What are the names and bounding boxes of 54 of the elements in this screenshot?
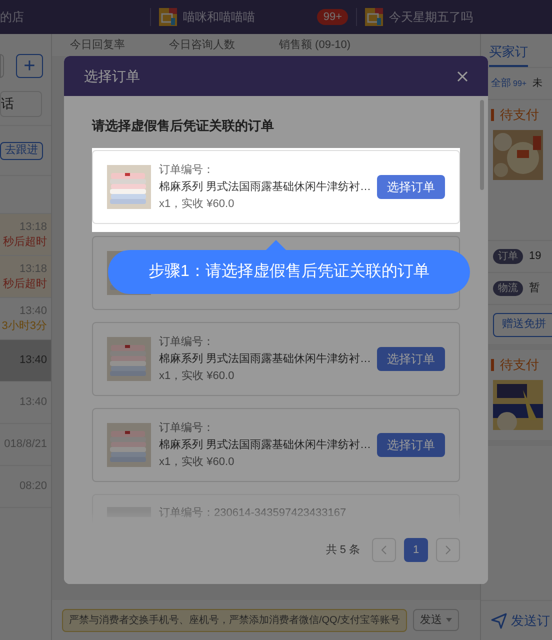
shop-icon: [365, 8, 383, 26]
follow-up-button[interactable]: 去跟进: [0, 142, 43, 160]
tooltip-arrow: [266, 240, 286, 250]
add-button[interactable]: +: [16, 54, 43, 78]
filter-tab[interactable]: 未: [532, 76, 543, 91]
next-page-button[interactable]: [436, 538, 460, 562]
stat-label: 今日回复率: [70, 38, 125, 53]
product-title: 棉麻系列 男式法国雨露基础休闲牛津纺衬…: [159, 438, 369, 452]
order-tag: 物流: [493, 281, 523, 296]
chevron-left-icon: [381, 545, 387, 555]
send-order-link[interactable]: 发送订: [511, 610, 550, 630]
page-button[interactable]: 1: [404, 538, 428, 562]
send-button[interactable]: 发送: [413, 609, 460, 631]
select-order-button[interactable]: 选择订单: [377, 347, 445, 371]
order-card[interactable]: 订单编号： 棉麻系列 男式法国雨露基础休闲牛津纺衬… x1，实收 ¥60.0 选择订单: [92, 150, 460, 224]
orders-tab[interactable]: 买家订: [489, 42, 528, 67]
stat-label: 今日咨询人数: [169, 38, 235, 53]
send-icon: [491, 612, 507, 628]
shop-name: 的店: [0, 9, 25, 26]
close-icon[interactable]: [457, 70, 468, 82]
stat-label: 销售额 (09-10): [279, 38, 351, 53]
filter-field[interactable]: 话: [0, 90, 42, 116]
order-number: 订单编号：230614-343597423433167: [159, 506, 346, 521]
coupon-button[interactable]: 赠送免拼: [493, 312, 552, 336]
select-order-button[interactable]: 选择订单: [377, 175, 445, 199]
order-number: 订单编号：: [159, 335, 215, 349]
order-price: x1，实收 ¥60.0: [159, 455, 236, 469]
dialog-title: 选择订单: [84, 66, 140, 86]
warning-field[interactable]: 严禁与消费者交换手机号、座机号，严禁添加消费者微信/QQ/支付宝等账号: [62, 608, 408, 632]
order-number: 订单编号：: [159, 421, 215, 435]
chat-name[interactable]: 今天星期五了吗: [389, 8, 473, 26]
order-status: 待支付: [500, 356, 539, 374]
order-tag: 订单: [493, 249, 523, 264]
chevron-right-icon: [445, 545, 451, 555]
chat-name[interactable]: 喵咪和喵喵喵: [183, 8, 255, 26]
order-status: 待支付: [500, 106, 539, 124]
tag-value: 19: [529, 249, 542, 264]
shop-icon: [159, 8, 177, 26]
order-price: x1，实收 ¥60.0: [159, 197, 236, 211]
product-title: 棉麻系列 男式法国雨露基础休闲牛津纺衬…: [159, 352, 369, 366]
order-card[interactable]: 订单编号： 棉麻系列 男式法国雨露基础休闲牛津纺衬… x1，实收 ¥60.0 选择订单: [92, 322, 460, 396]
order-card[interactable]: 订单编号： 棉麻系列 男式法国雨露基础休闲牛津纺衬… x1，实收 ¥60.0 选择订单: [92, 408, 460, 482]
dialog-subtitle: 请选择虚假售后凭证关联的订单: [92, 117, 275, 135]
filter-tab[interactable]: 全部 99+: [491, 76, 527, 91]
select-order-button[interactable]: 选择订单: [377, 433, 445, 457]
previous-page-button[interactable]: [372, 538, 396, 562]
unread-badge: 99+: [317, 9, 348, 25]
tag-value: 暂: [529, 281, 540, 296]
total-count: 共 5 条: [326, 542, 360, 558]
order-price: x1，实收 ¥60.0: [159, 369, 236, 383]
caret-icon: [446, 618, 452, 622]
guide-tooltip: 步骤1：请选择虚假售后凭证关联的订单: [108, 250, 470, 294]
order-number: 订单编号：: [159, 163, 215, 177]
product-title: 棉麻系列 男式法国雨露基础休闲牛津纺衬…: [159, 180, 369, 194]
